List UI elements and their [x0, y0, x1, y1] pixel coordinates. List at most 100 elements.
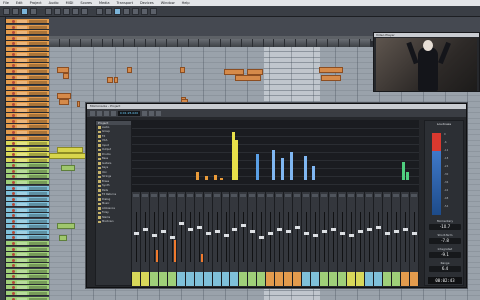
channel-name-label[interactable]	[167, 272, 177, 286]
insert-slot[interactable]	[204, 194, 211, 197]
mute-solo-buttons[interactable]	[17, 36, 27, 40]
channel-name-label[interactable]	[194, 272, 204, 286]
menu-window[interactable]: Window	[161, 1, 175, 5]
event-clip[interactable]	[321, 75, 341, 81]
channel-name-label[interactable]	[373, 272, 383, 286]
channel-name-label[interactable]	[203, 272, 213, 286]
track-name[interactable]	[29, 280, 47, 284]
track-header[interactable]	[6, 296, 49, 300]
track-header[interactable]	[6, 246, 49, 252]
track-header[interactable]	[6, 118, 49, 124]
mute-solo-buttons[interactable]	[17, 25, 27, 29]
channel-name-label[interactable]	[337, 272, 347, 286]
tool-button[interactable]	[123, 7, 130, 15]
track-header[interactable]	[6, 68, 49, 74]
track-header[interactable]	[6, 35, 49, 41]
mute-solo-buttons[interactable]	[17, 247, 27, 251]
volume-fader[interactable]	[142, 228, 148, 231]
track-header[interactable]	[6, 141, 49, 147]
tool-button[interactable]	[141, 7, 148, 15]
insert-slot[interactable]	[321, 194, 328, 197]
volume-fader[interactable]	[393, 230, 399, 233]
mute-solo-buttons[interactable]	[17, 180, 27, 184]
record-enable-button[interactable]	[12, 64, 15, 68]
record-enable-button[interactable]	[12, 269, 15, 273]
insert-slot[interactable]	[186, 194, 193, 197]
volume-fader[interactable]	[241, 224, 247, 227]
track-header[interactable]	[6, 135, 49, 141]
record-enable-button[interactable]	[12, 114, 15, 118]
insert-slot[interactable]	[312, 194, 319, 197]
track-name[interactable]	[29, 242, 47, 245]
volume-fader[interactable]	[357, 230, 363, 233]
record-enable-button[interactable]	[12, 291, 15, 295]
channel-name-label[interactable]	[409, 272, 419, 286]
record-enable-button[interactable]	[12, 75, 15, 79]
mute-solo-buttons[interactable]	[17, 253, 27, 257]
insert-slot[interactable]	[231, 194, 238, 197]
event-clip[interactable]	[319, 67, 343, 73]
track-header[interactable]	[6, 196, 49, 202]
record-enable-button[interactable]	[12, 275, 15, 279]
mute-solo-buttons[interactable]	[17, 169, 27, 173]
insert-slot[interactable]	[356, 194, 363, 197]
insert-slot[interactable]	[383, 194, 390, 197]
insert-slot[interactable]	[195, 194, 202, 197]
record-enable-button[interactable]	[12, 47, 15, 51]
mute-solo-buttons[interactable]	[17, 230, 27, 234]
volume-fader[interactable]	[232, 228, 238, 231]
track-name[interactable]	[29, 108, 47, 112]
mute-solo-buttons[interactable]	[17, 192, 27, 196]
event-clip[interactable]	[107, 77, 113, 83]
volume-fader[interactable]	[250, 230, 256, 233]
insert-slot[interactable]	[347, 194, 354, 197]
record-enable-button[interactable]	[12, 153, 15, 157]
menu-devices[interactable]: Devices	[140, 1, 154, 5]
track-header[interactable]	[6, 46, 49, 52]
insert-slot[interactable]	[133, 194, 139, 197]
event-clip[interactable]	[114, 77, 118, 83]
track-name[interactable]	[29, 192, 47, 196]
track-header[interactable]	[6, 80, 49, 86]
record-enable-button[interactable]	[12, 219, 15, 223]
volume-fader[interactable]	[304, 232, 310, 235]
insert-slot[interactable]	[365, 194, 372, 197]
record-enable-button[interactable]	[12, 97, 15, 101]
tool-button-active[interactable]	[114, 7, 121, 15]
record-enable-button[interactable]	[12, 58, 15, 62]
track-name[interactable]	[29, 258, 47, 262]
mixer-tool-button[interactable]	[90, 110, 95, 116]
track-name[interactable]	[29, 164, 47, 168]
insert-slot[interactable]	[303, 194, 310, 197]
track-header[interactable]	[6, 263, 49, 269]
mute-solo-buttons[interactable]	[17, 58, 27, 62]
track-header[interactable]	[6, 185, 49, 191]
record-enable-button[interactable]	[12, 230, 15, 234]
event-clip[interactable]	[59, 235, 67, 241]
track-name[interactable]	[29, 247, 47, 251]
tool-button[interactable]	[105, 7, 112, 15]
mute-solo-buttons[interactable]	[17, 20, 27, 23]
record-enable-button[interactable]	[12, 92, 15, 96]
mute-solo-buttons[interactable]	[17, 81, 27, 85]
track-name[interactable]	[29, 53, 47, 57]
track-name[interactable]	[29, 136, 47, 140]
volume-fader[interactable]	[366, 228, 372, 231]
track-header[interactable]	[6, 179, 49, 185]
record-enable-button[interactable]	[12, 197, 15, 201]
channel-name-label[interactable]	[239, 272, 249, 286]
record-enable-button[interactable]	[12, 119, 15, 123]
track-header[interactable]	[6, 274, 49, 280]
tool-button[interactable]	[96, 7, 103, 15]
record-enable-button[interactable]	[12, 20, 15, 23]
track-name[interactable]	[29, 103, 47, 107]
channel-name-label[interactable]	[293, 272, 303, 286]
track-lane[interactable]	[49, 291, 480, 297]
volume-fader[interactable]	[196, 226, 202, 229]
channel-name-label[interactable]	[212, 272, 222, 286]
event-clip[interactable]	[61, 165, 75, 171]
track-name[interactable]	[29, 147, 47, 151]
record-enable-button[interactable]	[12, 147, 15, 151]
record-enable-button[interactable]	[12, 180, 15, 184]
volume-fader[interactable]	[313, 234, 319, 237]
